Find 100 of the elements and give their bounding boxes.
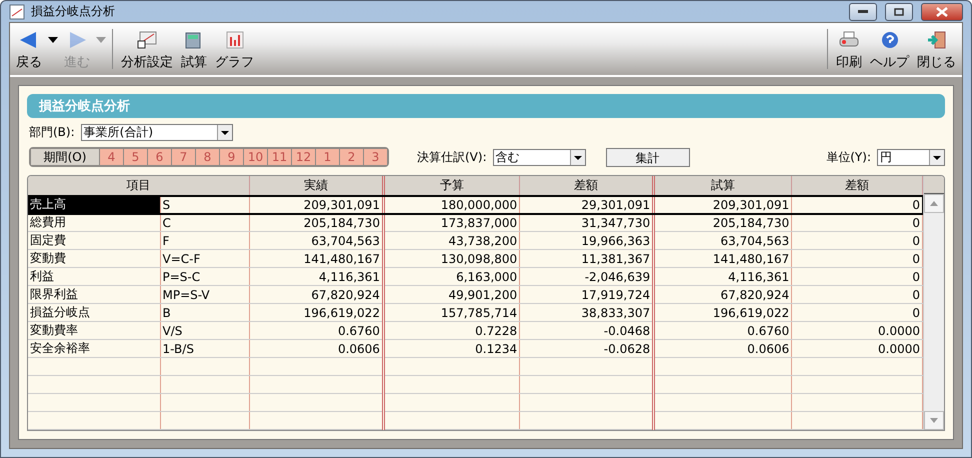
chart-settings-icon <box>137 31 157 49</box>
table-cell: 209,301,091 <box>249 196 384 214</box>
table-cell: 196,619,022 <box>249 304 384 322</box>
table-cell: 11,381,367 <box>520 250 654 268</box>
minimize-icon <box>858 10 868 14</box>
column-header[interactable]: 項目 <box>28 176 250 196</box>
help-icon <box>880 31 900 49</box>
maximize-icon <box>894 8 904 16</box>
table-cell: 63,704,563 <box>249 232 384 250</box>
table-cell: 0 <box>792 232 922 250</box>
table-cell: 38,833,307 <box>520 304 654 322</box>
table-cell: 19,966,363 <box>520 232 654 250</box>
department-label: 部門(B): <box>29 124 75 141</box>
table-cell: 安全余裕率 <box>28 340 160 358</box>
table-cell: 0 <box>792 250 922 268</box>
up-arrow-icon <box>930 201 938 206</box>
table-cell: 0 <box>792 268 922 286</box>
column-header[interactable]: 試算 <box>654 176 792 196</box>
table-cell: 総費用 <box>28 214 160 232</box>
table-cell: 0.0000 <box>792 340 922 358</box>
window-title: 損益分岐点分析 <box>31 3 116 20</box>
table-cell: 63,704,563 <box>654 232 792 250</box>
table-cell: -0.0628 <box>520 340 654 358</box>
header-corner <box>924 176 944 194</box>
maximize-button[interactable] <box>885 2 913 20</box>
table-cell: -2,046,639 <box>520 268 654 286</box>
column-header[interactable]: 差額 <box>792 176 922 196</box>
unit-label: 単位(Y): <box>826 148 871 166</box>
table-cell: 0 <box>792 214 922 232</box>
column-header[interactable]: 実績 <box>249 176 384 196</box>
aggregate-button[interactable]: 集計 <box>606 148 690 166</box>
unit-dropdown[interactable]: 円 <box>877 148 945 166</box>
table-cell: P=S-C <box>160 268 250 286</box>
table-cell: 0.7228 <box>383 322 520 340</box>
scroll-up-button[interactable] <box>924 194 944 213</box>
closing-entries-dropdown[interactable]: 含む <box>492 148 586 166</box>
table-cell: 4,116,361 <box>654 268 792 286</box>
table-cell: 209,301,091 <box>654 196 792 214</box>
minimize-button[interactable] <box>849 2 877 20</box>
table-cell: 0.0606 <box>249 340 384 358</box>
table-cell: 6,163,000 <box>383 268 520 286</box>
table-cell: 196,619,022 <box>654 304 792 322</box>
toolbar-button[interactable]: グラフ <box>213 31 256 71</box>
table-cell: 173,837,000 <box>383 214 520 232</box>
table-cell: 157,785,714 <box>383 304 520 322</box>
printer-icon <box>839 31 859 49</box>
table-cell: 0 <box>792 286 922 304</box>
table-cell: V=C-F <box>160 250 250 268</box>
table-cell: 67,820,924 <box>249 286 384 304</box>
close-button[interactable] <box>921 2 963 20</box>
table-cell: 0 <box>792 304 922 322</box>
exit-door-icon <box>926 31 946 49</box>
table-cell: 0.6760 <box>654 322 792 340</box>
column-header[interactable]: 差額 <box>520 176 654 196</box>
table-cell: 0.0606 <box>654 340 792 358</box>
table-cell: 49,901,200 <box>383 286 520 304</box>
table-cell: V/S <box>160 322 250 340</box>
table-cell: 4,116,361 <box>249 268 384 286</box>
period-button[interactable]: 期間(O) <box>31 149 99 165</box>
table-cell: 限界利益 <box>28 286 160 304</box>
scroll-down-button[interactable] <box>924 411 944 430</box>
table-cell: 141,480,167 <box>654 250 792 268</box>
table-cell: 1-B/S <box>160 340 250 358</box>
column-header[interactable]: 予算 <box>383 176 520 196</box>
table-cell: S <box>160 196 250 214</box>
toolbar-button[interactable]: 閉じる <box>915 31 958 71</box>
table-cell: 固定費 <box>28 232 160 250</box>
table-cell: 0.1234 <box>383 340 520 358</box>
closing-entries-label: 決算仕訳(V): <box>417 148 487 166</box>
table-cell: 売上高 <box>28 196 160 214</box>
toolbar-button[interactable]: 試算 <box>179 31 209 71</box>
table-cell: C <box>160 214 250 232</box>
table-cell: 変動費率 <box>28 322 160 340</box>
table-cell: 0.0000 <box>792 322 922 340</box>
dropdown-caret-icon[interactable] <box>48 37 58 43</box>
close-icon <box>936 6 948 16</box>
table-cell: 130,098,800 <box>383 250 520 268</box>
table-cell: 43,738,200 <box>383 232 520 250</box>
down-arrow-icon <box>930 418 938 423</box>
toolbar-button[interactable]: ヘルプ <box>868 31 911 71</box>
toolbar-button[interactable]: 戻る <box>14 31 44 71</box>
bar-chart-icon <box>224 31 244 49</box>
table-cell: 31,347,730 <box>520 214 654 232</box>
table-cell: 利益 <box>28 268 160 286</box>
table-cell: 17,919,724 <box>520 286 654 304</box>
table-cell: 67,820,924 <box>654 286 792 304</box>
table-cell: 損益分岐点 <box>28 304 160 322</box>
table-cell: 205,184,730 <box>654 214 792 232</box>
table-cell: B <box>160 304 250 322</box>
table-cell: F <box>160 232 250 250</box>
table-cell: 205,184,730 <box>249 214 384 232</box>
toolbar-button[interactable]: 印刷 <box>834 31 864 71</box>
table-cell: -0.0468 <box>520 322 654 340</box>
scrollbar[interactable] <box>923 176 944 430</box>
table-cell: 180,000,000 <box>383 196 520 214</box>
toolbar-button[interactable]: 分析設定 <box>119 31 175 71</box>
table-cell: 0.6760 <box>249 322 384 340</box>
table-cell: MP=S-V <box>160 286 250 304</box>
department-dropdown[interactable]: 事業所(合計) <box>80 124 233 141</box>
table-cell: 141,480,167 <box>249 250 384 268</box>
